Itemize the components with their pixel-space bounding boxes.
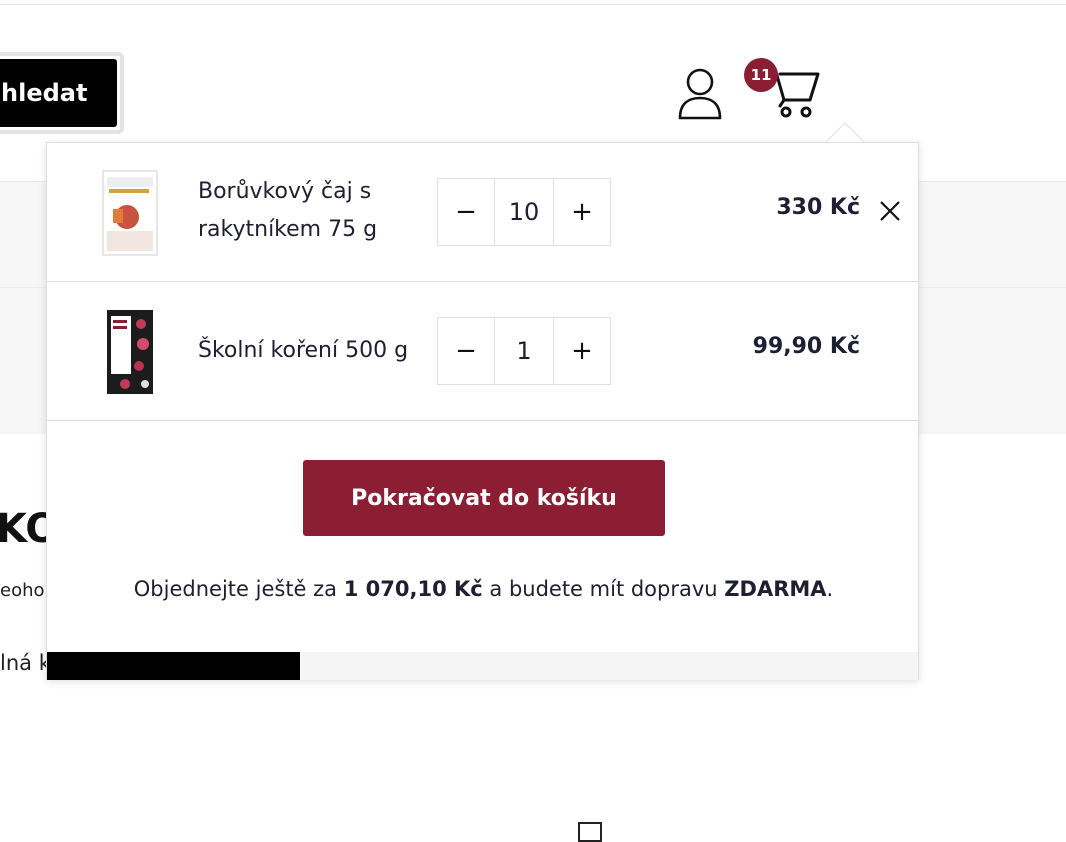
background-text: lná k [0, 651, 51, 675]
free-shipping-amount: 1 070,10 Kč [343, 577, 483, 601]
user-icon[interactable] [676, 66, 724, 122]
background-text: eoho [0, 580, 45, 601]
quantity-stepper: − 1 + [437, 317, 611, 385]
search-button-label: hledat [0, 59, 117, 127]
free-shipping-label: ZDARMA [724, 577, 827, 601]
cart-count-badge: 11 [744, 58, 778, 92]
popup-arrow [826, 122, 864, 142]
search-button[interactable]: hledat [0, 52, 124, 134]
product-image [102, 170, 158, 256]
item-price: 330 Kč [776, 195, 860, 220]
quantity-value[interactable]: 10 [495, 179, 553, 245]
top-divider [0, 4, 1066, 5]
minicart-popup: Borůvkový čaj s rakytníkem 75 g − 10 + 3… [46, 142, 919, 680]
product-image [107, 310, 153, 394]
cart-item: Borůvkový čaj s rakytníkem 75 g − 10 + 3… [47, 143, 918, 282]
free-shipping-text: a budete mít dopravu [482, 577, 725, 601]
increase-quantity-button[interactable]: + [553, 179, 610, 245]
continue-to-cart-button[interactable]: Pokračovat do košíku [303, 460, 665, 536]
background-checkbox[interactable] [578, 822, 602, 842]
free-shipping-progress-bar [47, 652, 918, 680]
increase-quantity-button[interactable]: + [553, 318, 610, 384]
quantity-stepper: − 10 + [437, 178, 611, 246]
cart-item: Školní koření 500 g − 1 + 99,90 Kč [47, 282, 918, 421]
decrease-quantity-button[interactable]: − [438, 179, 495, 245]
decrease-quantity-button[interactable]: − [438, 318, 495, 384]
quantity-value[interactable]: 1 [495, 318, 553, 384]
product-name[interactable]: Borůvkový čaj s rakytníkem 75 g [198, 173, 428, 249]
item-price: 99,90 Kč [752, 334, 860, 359]
free-shipping-text: Objednejte ještě za [133, 577, 344, 601]
close-icon[interactable] [877, 198, 903, 224]
free-shipping-progress-fill [47, 652, 300, 680]
free-shipping-message: Objednejte ještě za 1 070,10 Kč a budete… [47, 577, 920, 601]
free-shipping-text: . [826, 577, 834, 601]
product-name[interactable]: Školní koření 500 g [198, 332, 408, 370]
